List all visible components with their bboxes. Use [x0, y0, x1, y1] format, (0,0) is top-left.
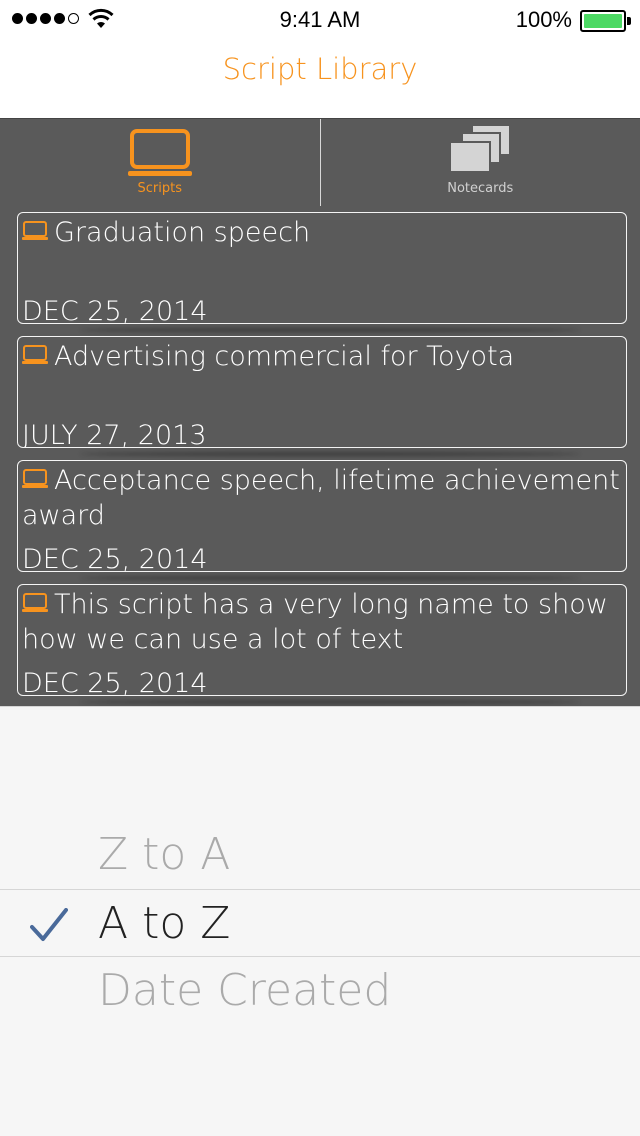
battery-icon: [580, 10, 626, 32]
script-date: JULY 27, 2013: [22, 420, 207, 448]
script-title: Graduation speech: [54, 217, 311, 248]
page-title: Script Library: [222, 52, 418, 86]
script-date: DEC 25, 2014: [22, 544, 208, 572]
tab-scripts[interactable]: Scripts: [0, 119, 320, 206]
script-card[interactable]: Graduation speech DEC 25, 2014: [17, 212, 627, 324]
script-title: Advertising commercial for Toyota: [54, 341, 515, 372]
script-date: DEC 25, 2014: [22, 296, 208, 324]
script-card[interactable]: Advertising commercial for Toyota JULY 2…: [17, 336, 627, 448]
tab-notecards[interactable]: Notecards: [319, 119, 640, 206]
laptop-icon: [22, 468, 48, 488]
sort-option-z-to-a[interactable]: Z to A: [0, 821, 640, 889]
laptop-icon: [22, 344, 48, 364]
sort-picker[interactable]: Z to A A to Z Date Created: [0, 706, 640, 1136]
laptop-icon: [127, 129, 192, 176]
script-card[interactable]: Acceptance speech, lifetime achievement …: [17, 460, 627, 572]
status-bar: 9:41 AM 100%: [0, 0, 640, 40]
script-list: Graduation speech DEC 25, 2014 Advertisi…: [0, 206, 640, 706]
laptop-icon: [22, 592, 48, 612]
sort-option-date-created[interactable]: Date Created: [0, 957, 640, 1025]
sort-option-label: A to Z: [98, 898, 231, 949]
laptop-icon: [22, 220, 48, 240]
segmented-tabs: Scripts Notecards: [0, 118, 640, 206]
tab-label-scripts: Scripts: [137, 181, 182, 196]
script-title: This script has a very long name to show…: [22, 589, 608, 655]
checkmark-icon: [30, 908, 68, 941]
notecards-stack-icon: [449, 125, 512, 173]
sort-option-a-to-z[interactable]: A to Z: [0, 889, 640, 957]
script-title: Acceptance speech, lifetime achievement …: [22, 465, 620, 531]
sort-option-label: Date Created: [98, 965, 392, 1016]
script-date: DEC 25, 2014: [22, 668, 208, 696]
script-card[interactable]: This script has a very long name to show…: [17, 584, 627, 696]
tab-label-notecards: Notecards: [447, 181, 514, 196]
sort-option-label: Z to A: [98, 829, 231, 880]
battery-percentage: 100%: [515, 7, 572, 32]
